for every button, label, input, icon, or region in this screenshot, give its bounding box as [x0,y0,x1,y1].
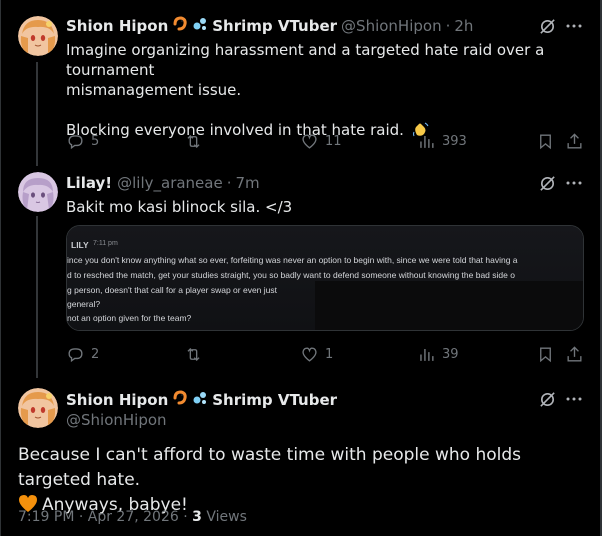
like-button[interactable]: 11 [300,132,342,151]
more-icon[interactable] [565,174,583,196]
post-text-span: Blocking everyone involved in that hate … [66,121,404,139]
chat-line: not an option given for the team? [67,313,192,323]
retweet-button[interactable] [184,132,203,151]
bookmark-icon [540,134,551,150]
chat-line: ince you don't know anything what so eve… [67,255,518,265]
shrimp-icon [172,16,188,36]
share-icon [567,346,582,362]
views-icon [420,135,434,148]
bubbles-icon [192,16,208,36]
retweet-icon [187,135,200,148]
avatar[interactable] [18,172,58,212]
post-header: Shion Hipon Shrimp VTuber @ShionHipon · … [66,16,473,36]
author-handle[interactable]: @ShionHipon [341,17,442,35]
like-count: 11 [325,134,342,149]
like-button[interactable]: 1 [300,345,333,364]
post-text-line: Imagine organizing harassment and a targ… [66,41,545,79]
chat-time: 7:11 pm [93,240,118,247]
reply-icon [68,135,83,150]
author-name-suffix[interactable]: Shrimp VTuber [212,17,337,35]
share-button[interactable] [565,345,584,364]
retweet-button[interactable] [184,345,203,364]
post-time[interactable]: 7m [236,174,260,192]
reply-icon [68,348,83,363]
like-count: 1 [325,347,334,362]
chat-author: LILY [71,240,89,250]
views-button[interactable]: 393 [417,132,467,151]
grok-icon[interactable] [538,17,557,40]
shrimp-icon [172,390,188,410]
post-timestamp[interactable]: 7:19 PM · Apr 27, 2026 · [18,509,188,525]
chat-line: g person, doesn't that call for a player… [67,285,277,295]
reply-count: 2 [91,347,100,362]
thread-line [36,62,38,166]
retweet-icon [187,348,200,361]
author-handle[interactable]: @ShionHipon [66,411,167,429]
more-icon[interactable] [565,17,583,39]
post-header: Lilay! @lily_araneae · 7m [66,174,260,192]
separator: · [445,17,451,35]
views-icon [420,348,434,361]
like-icon [302,347,317,362]
chat-line: d to resched the match, get your studies… [67,270,515,280]
author-name-suffix[interactable]: Shrimp VTuber [212,391,337,409]
author-name[interactable]: Lilay! [66,174,112,192]
avatar[interactable] [18,16,58,56]
bookmark-icon [540,347,551,363]
post-text-line: Because I can't afford to waste time wit… [18,445,522,490]
bookmark-button[interactable] [536,345,555,364]
bookmark-button[interactable] [536,132,555,151]
author-name[interactable]: Shion Hipon [66,391,168,409]
left-border [0,0,1,536]
chat-line: general? [67,299,101,309]
avatar[interactable] [18,388,58,428]
grok-icon[interactable] [538,390,557,413]
views-count: 3 [192,509,202,525]
views-label: Views [206,509,247,525]
share-icon [567,133,582,149]
reply-button[interactable]: 5 [66,132,99,151]
post-text-line: mismanagement issue. [66,81,242,99]
chat-screenshot: LILY 7:11 pm ince you don't know anythin… [67,226,583,330]
share-button[interactable] [565,132,584,151]
views-button[interactable]: 39 [417,345,459,364]
post-header: Shion Hipon Shrimp VTuber [66,390,337,410]
reply-count: 5 [91,134,100,149]
post-time[interactable]: 2h [454,17,473,35]
post-meta: 7:19 PM · Apr 27, 2026 · 3 Views [18,509,247,525]
bubbles-icon [192,390,208,410]
image-shade [315,281,583,330]
author-name[interactable]: Shion Hipon [66,17,168,35]
views-count: 39 [442,347,459,362]
more-icon[interactable] [565,390,583,412]
thread-line [36,216,38,378]
separator: · [226,174,232,192]
grok-icon[interactable] [538,174,557,197]
author-handle[interactable]: @lily_araneae [117,174,223,192]
like-icon [302,134,317,149]
views-count: 393 [442,134,467,149]
post-text: Bakit mo kasi blinock sila. </3 [66,198,293,216]
post-text: Imagine organizing harassment and a targ… [66,40,602,143]
reply-button[interactable]: 2 [66,345,99,364]
embedded-image[interactable]: LILY 7:11 pm ince you don't know anythin… [66,225,584,331]
